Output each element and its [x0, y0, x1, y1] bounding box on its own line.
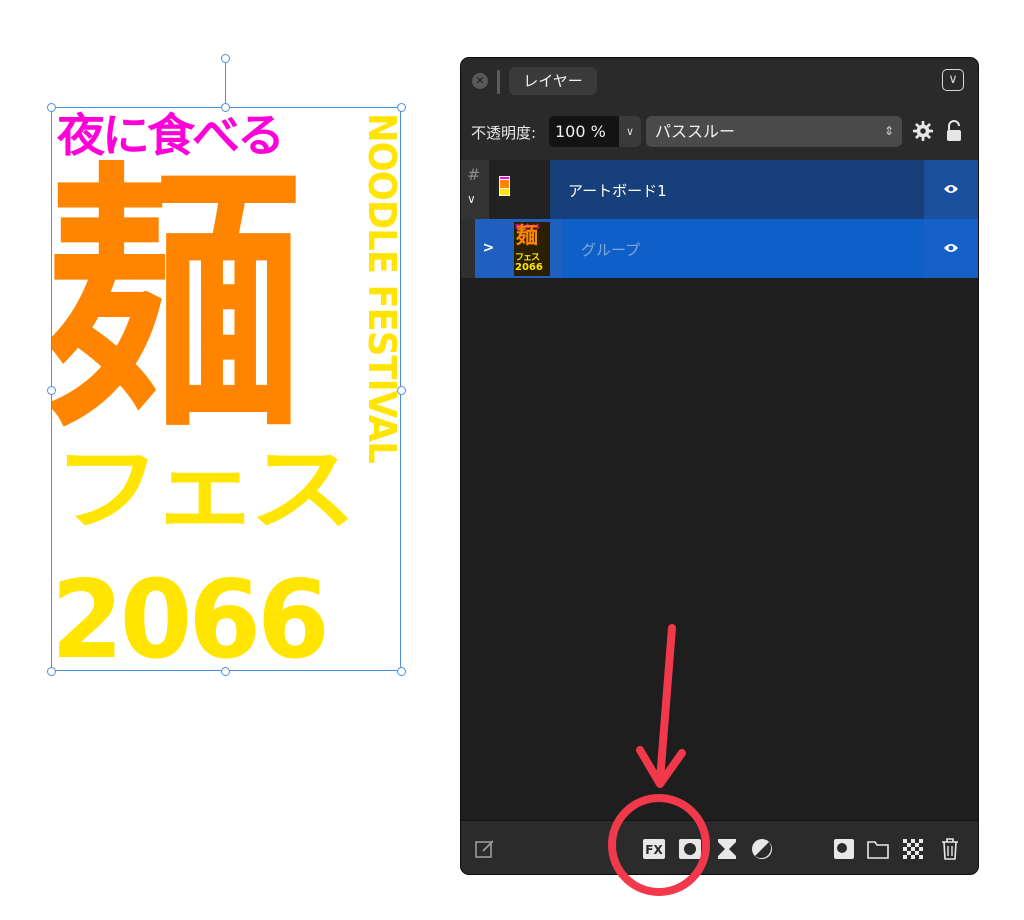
resize-handle-top-left[interactable]	[47, 103, 56, 112]
rotation-handle[interactable]	[221, 54, 230, 63]
eye-icon	[944, 244, 958, 252]
thumb-line4: 2066	[515, 262, 543, 273]
visibility-toggle[interactable]	[924, 160, 978, 219]
resize-handle-right[interactable]	[397, 386, 406, 395]
updown-arrows-icon: ⇕	[883, 124, 894, 138]
artboard-gutter: # ∨	[461, 160, 489, 219]
lock-icon[interactable]	[945, 120, 963, 142]
thumb-line2: 麺	[516, 224, 539, 249]
poster-year-text: 2066	[51, 558, 330, 672]
layer-row-artboard[interactable]: # ∨ アートボード1	[461, 160, 978, 219]
resize-handle-top[interactable]	[221, 103, 230, 112]
layer-name[interactable]: グループ	[581, 239, 640, 260]
annotation-circle	[608, 794, 710, 896]
layer-options-bar: 不透明度: 100 % ∨ パススルー ⇕	[461, 104, 978, 161]
gear-icon[interactable]	[912, 120, 934, 142]
visibility-toggle[interactable]	[924, 219, 978, 278]
layer-name[interactable]: アートボード1	[568, 180, 667, 201]
resize-handle-bottom[interactable]	[221, 667, 230, 676]
chevron-right-icon[interactable]: >	[475, 219, 502, 278]
trash-icon[interactable]	[938, 837, 962, 861]
resize-handle-bottom-right[interactable]	[397, 667, 406, 676]
poster-artwork[interactable]: 夜に食べる 麺 フェス 2066 NOODLE FESTIVAL	[51, 107, 402, 672]
adjustment-icon[interactable]	[715, 837, 739, 861]
poster-main-kanji: 麺	[51, 140, 303, 465]
poster-fes-text: フェス	[53, 437, 357, 544]
chevron-down-icon[interactable]: ∨	[942, 69, 964, 91]
edit-icon[interactable]	[473, 837, 497, 861]
live-filter-icon[interactable]	[750, 837, 774, 861]
add-pixel-layer-icon[interactable]	[832, 837, 856, 861]
header-divider	[497, 70, 500, 94]
resize-handle-top-right[interactable]	[397, 103, 406, 112]
checkerboard-icon[interactable]	[901, 837, 925, 861]
blend-mode-select[interactable]: パススルー ⇕	[646, 116, 902, 147]
panel-header: ✕ レイヤー ∨	[461, 58, 978, 104]
add-group-icon[interactable]	[866, 837, 890, 861]
artboard-thumbnail	[489, 160, 549, 219]
resize-handle-bottom-left[interactable]	[47, 667, 56, 676]
rotation-handle-line	[225, 63, 226, 106]
hash-icon: #	[467, 165, 481, 184]
chevron-down-icon[interactable]: ∨	[467, 192, 476, 206]
resize-handle-left[interactable]	[47, 386, 56, 395]
opacity-dropdown-button[interactable]: ∨	[619, 116, 641, 147]
eye-icon	[944, 185, 958, 193]
close-icon[interactable]: ✕	[472, 73, 488, 89]
poster-vertical-text: NOODLE FESTIVAL	[360, 113, 402, 463]
blend-mode-value: パススルー	[655, 122, 736, 141]
group-thumbnail: 夜に食べる 麺 フェス 2066	[502, 219, 562, 278]
layers-toolbar: FX	[461, 820, 978, 874]
group-gutter	[461, 219, 475, 278]
opacity-input[interactable]: 100 %	[549, 116, 623, 147]
opacity-label: 不透明度:	[471, 124, 537, 142]
tab-layers[interactable]: レイヤー	[509, 67, 597, 95]
layer-row-group[interactable]: > 夜に食べる 麺 フェス 2066 グループ	[461, 219, 978, 278]
